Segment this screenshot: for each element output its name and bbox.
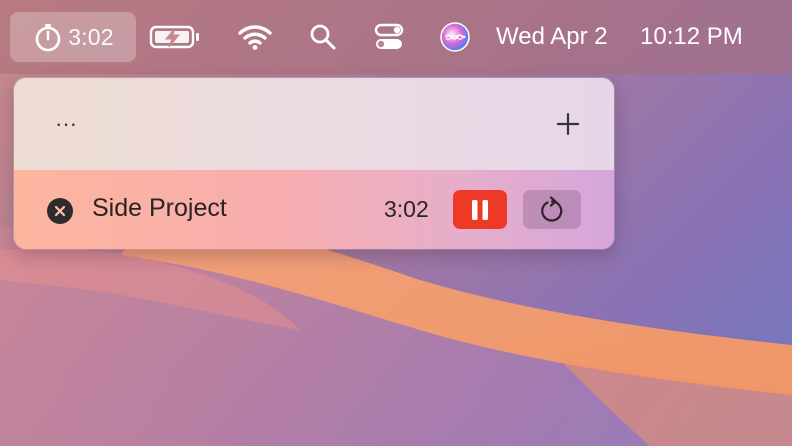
- menubar-control-center[interactable]: [366, 12, 412, 62]
- timer-popover: ··· Side Project 3:02: [14, 78, 614, 249]
- battery-charging-icon: [149, 25, 199, 49]
- control-center-icon: [374, 23, 404, 49]
- menubar-timer-item[interactable]: 3:02: [10, 12, 136, 62]
- plus-icon: [556, 112, 580, 136]
- menubar-date[interactable]: Wed Apr 2: [496, 12, 636, 62]
- remove-timer-button[interactable]: [47, 198, 73, 224]
- menubar-search[interactable]: [300, 12, 346, 62]
- wifi-icon: [238, 25, 272, 50]
- menu-bar: 3:02 Wed Apr 2 10:12 PM: [0, 0, 792, 74]
- ellipsis-icon: ···: [55, 111, 77, 136]
- reset-timer-button[interactable]: [523, 190, 581, 229]
- menubar-battery[interactable]: [144, 12, 206, 62]
- menubar-wifi[interactable]: [230, 12, 280, 62]
- menubar-clock[interactable]: 10:12 PM: [640, 12, 770, 62]
- more-options-button[interactable]: ···: [50, 108, 82, 140]
- menubar-siri[interactable]: [430, 12, 480, 62]
- popover-header: ···: [14, 78, 614, 170]
- pause-timer-button[interactable]: [453, 190, 507, 229]
- timer-name: Side Project: [92, 194, 227, 222]
- menubar-timer-text: 3:02: [68, 23, 114, 50]
- reset-icon: [541, 195, 563, 222]
- timer-elapsed: 3:02: [384, 196, 429, 222]
- stopwatch-icon: [35, 24, 61, 52]
- search-icon: [310, 24, 336, 50]
- siri-icon: [440, 22, 470, 52]
- close-circle-icon: [54, 205, 66, 217]
- pause-icon: [472, 199, 488, 220]
- add-timer-button[interactable]: [552, 108, 584, 140]
- timer-row: Side Project 3:02: [14, 170, 614, 249]
